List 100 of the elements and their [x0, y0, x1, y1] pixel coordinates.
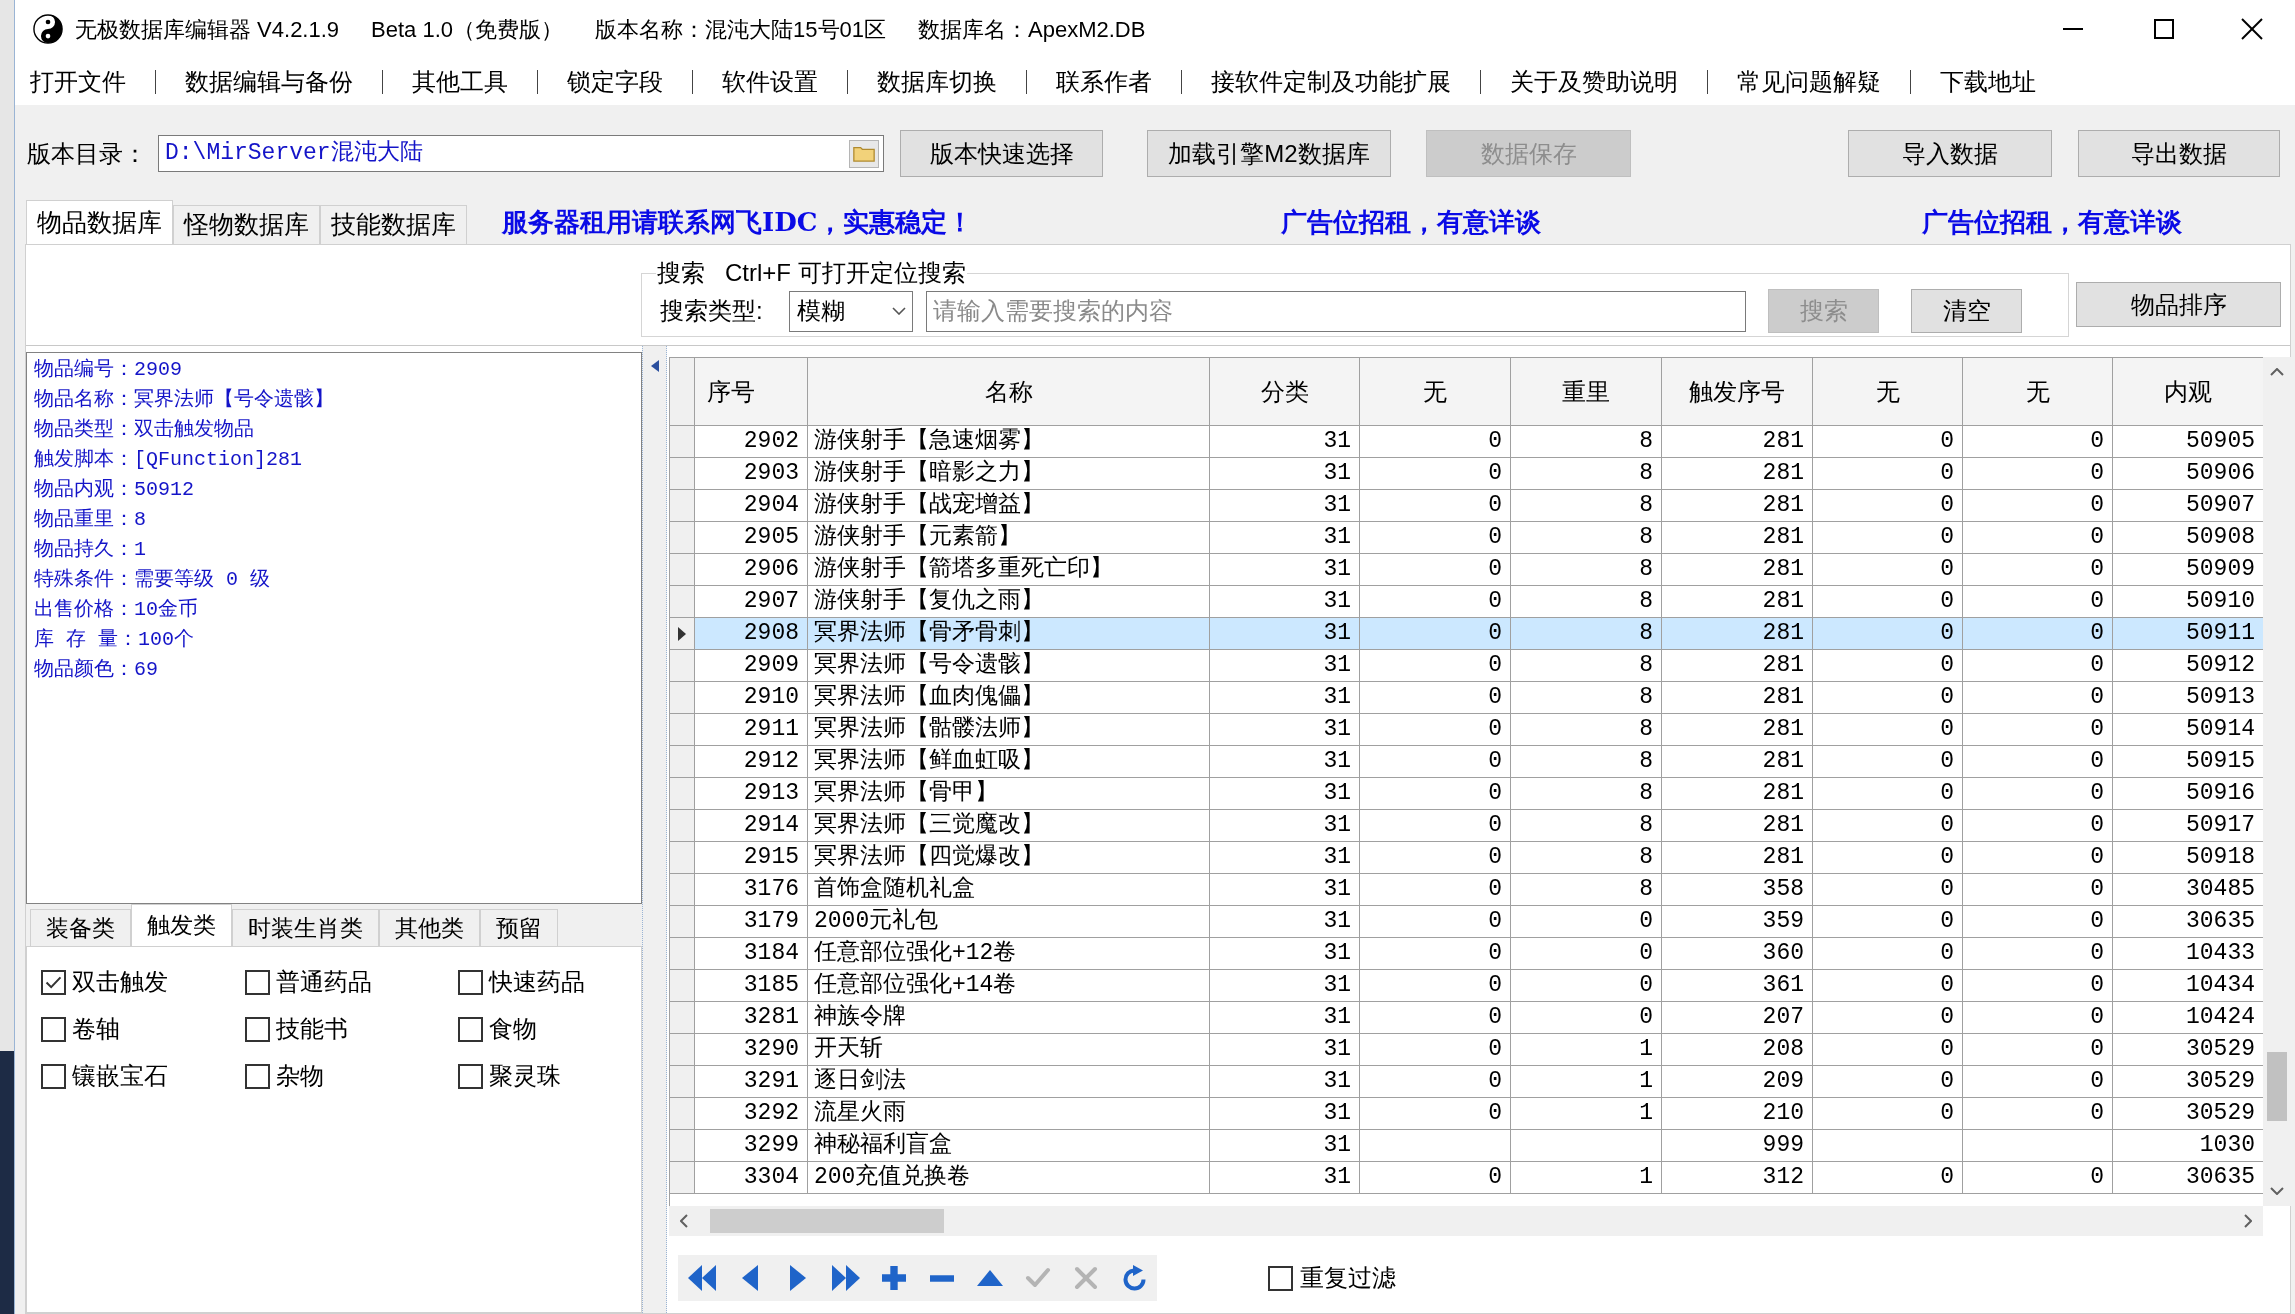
row-indicator-cell[interactable]	[670, 458, 695, 490]
load-database-button[interactable]: 加载引擎M2数据库	[1147, 130, 1391, 177]
tab[interactable]: 怪物数据库	[173, 205, 320, 244]
table-row[interactable]: 3304 200充值兑换卷 31 0 1 312 0 0 30635	[670, 1162, 2263, 1194]
row-indicator-cell[interactable]	[670, 426, 695, 458]
row-indicator-cell[interactable]	[670, 746, 695, 778]
quick-select-button[interactable]: 版本快速选择	[900, 130, 1103, 177]
checkbox[interactable]	[245, 1063, 270, 1089]
row-indicator-cell[interactable]	[670, 938, 695, 970]
vertical-scrollbar[interactable]	[2263, 357, 2291, 1206]
tab[interactable]: 物品数据库	[26, 200, 173, 244]
tab[interactable]: 技能数据库	[320, 205, 467, 244]
table-row[interactable]: 2906 游侠射手【箭塔多重死亡印】 31 0 8 281 0 0 50909	[670, 554, 2263, 586]
menu-item[interactable]: 下载地址	[1940, 63, 2036, 100]
table-row[interactable]: 2912 冥界法师【鲜血虹吸】 31 0 8 281 0 0 50915	[670, 746, 2263, 778]
search-type-select[interactable]: 模糊	[789, 290, 913, 332]
table-row[interactable]: 3185 任意部位强化+14卷 31 0 0 361 0 0 10434	[670, 970, 2263, 1002]
menu-item[interactable]: 数据编辑与备份	[185, 63, 353, 100]
tab[interactable]: 装备类	[30, 909, 131, 946]
browse-button[interactable]	[849, 139, 879, 168]
checkbox[interactable]	[458, 969, 483, 995]
checkbox[interactable]	[41, 1063, 66, 1089]
minus-icon[interactable]	[930, 1274, 954, 1282]
table-row[interactable]: 2902 游侠射手【急速烟雾】 31 0 8 281 0 0 50905	[670, 426, 2263, 458]
table-row[interactable]: 2909 冥界法师【号令遗骸】 31 0 8 281 0 0 50912	[670, 650, 2263, 682]
checkbox[interactable]	[245, 969, 270, 995]
table-row[interactable]: 2915 冥界法师【四觉爆改】 31 0 8 281 0 0 50918	[670, 842, 2263, 874]
menu-item[interactable]: 接软件定制及功能扩展	[1211, 63, 1451, 100]
scrollbar-thumb[interactable]	[2267, 1052, 2287, 1121]
table-row[interactable]: 3176 首饰盒随机礼盒 31 0 8 358 0 0 30485	[670, 874, 2263, 906]
checkbox[interactable]	[458, 1016, 483, 1042]
import-button[interactable]: 导入数据	[1848, 130, 2052, 177]
plus-icon[interactable]	[882, 1266, 906, 1290]
checkbox[interactable]	[458, 1063, 483, 1089]
row-indicator-cell[interactable]	[670, 682, 695, 714]
chevron-up-icon[interactable]	[2270, 368, 2284, 376]
row-indicator-cell[interactable]	[670, 1130, 695, 1162]
row-indicator-cell[interactable]	[670, 650, 695, 682]
row-indicator-cell[interactable]	[670, 1066, 695, 1098]
row-indicator-cell[interactable]	[670, 586, 695, 618]
menu-item[interactable]: 软件设置	[722, 63, 818, 100]
double-left-arrow-icon[interactable]	[688, 1265, 716, 1291]
double-right-arrow-icon[interactable]	[832, 1265, 860, 1291]
path-field[interactable]: D:\MirServer混沌大陆	[158, 135, 884, 172]
row-indicator-cell[interactable]	[670, 490, 695, 522]
up-triangle-icon[interactable]	[977, 1270, 1003, 1286]
menu-item[interactable]: 其他工具	[412, 63, 508, 100]
table-row[interactable]: 3281 神族令牌 31 0 0 207 0 0 10424	[670, 1002, 2263, 1034]
table-row[interactable]: 3179 2000元礼包 31 0 0 359 0 0 30635	[670, 906, 2263, 938]
menu-item[interactable]: 常见问题解疑	[1737, 63, 1881, 100]
row-indicator-cell[interactable]	[670, 1034, 695, 1066]
row-indicator-cell[interactable]	[670, 714, 695, 746]
tab[interactable]: 时装生肖类	[232, 909, 379, 946]
table-row[interactable]: 2913 冥界法师【骨甲】 31 0 8 281 0 0 50916	[670, 778, 2263, 810]
row-indicator-cell[interactable]	[670, 1162, 695, 1194]
chevron-down-icon[interactable]	[2270, 1187, 2284, 1195]
checkbox[interactable]	[1268, 1265, 1293, 1291]
table-row[interactable]: 3184 任意部位强化+12卷 31 0 0 360 0 0 10433	[670, 938, 2263, 970]
row-indicator-cell[interactable]	[670, 810, 695, 842]
tab[interactable]: 触发类	[131, 904, 232, 946]
row-indicator-cell[interactable]	[670, 874, 695, 906]
checkbox[interactable]	[41, 969, 66, 995]
left-arrow-icon[interactable]	[742, 1265, 758, 1291]
row-indicator-cell[interactable]	[670, 522, 695, 554]
table-row[interactable]: 2911 冥界法师【骷髅法师】 31 0 8 281 0 0 50914	[670, 714, 2263, 746]
row-indicator-cell[interactable]	[670, 842, 695, 874]
menu-item[interactable]: 数据库切换	[877, 63, 997, 100]
row-indicator-cell[interactable]	[670, 1098, 695, 1130]
table-row[interactable]: 3290 开天斩 31 0 1 208 0 0 30529	[670, 1034, 2263, 1066]
search-field[interactable]: 请输入需要搜索的内容	[926, 290, 1746, 332]
tab[interactable]: 其他类	[379, 909, 480, 946]
row-indicator-cell[interactable]	[670, 778, 695, 810]
scrollbar-thumb[interactable]	[710, 1209, 944, 1233]
menu-item[interactable]: 打开文件	[30, 63, 126, 100]
right-arrow-icon[interactable]	[790, 1265, 806, 1291]
horizontal-scrollbar[interactable]	[669, 1206, 2263, 1236]
minimize-icon[interactable]	[2062, 28, 2083, 30]
table-row[interactable]: 2904 游侠射手【战宠增益】 31 0 8 281 0 0 50907	[670, 490, 2263, 522]
menu-item[interactable]: 关于及赞助说明	[1510, 63, 1678, 100]
row-indicator-cell[interactable]	[670, 1002, 695, 1034]
table-row[interactable]: 3292 流星火雨 31 0 1 210 0 0 30529	[670, 1098, 2263, 1130]
chevron-right-icon[interactable]	[2244, 1214, 2252, 1228]
left-triangle-icon[interactable]	[650, 360, 659, 372]
table-row[interactable]: 2905 游侠射手【元素箭】 31 0 8 281 0 0 50908	[670, 522, 2263, 554]
tab[interactable]: 预留	[480, 909, 558, 946]
refresh-icon[interactable]	[1121, 1265, 1147, 1291]
sort-button[interactable]: 物品排序	[2076, 282, 2281, 327]
clear-button[interactable]: 清空	[1911, 289, 2022, 333]
table-row[interactable]: 2914 冥界法师【三觉魔改】 31 0 8 281 0 0 50917	[670, 810, 2263, 842]
maximize-icon[interactable]	[2153, 19, 2174, 39]
table-row[interactable]: 3291 逐日剑法 31 0 1 209 0 0 30529	[670, 1066, 2263, 1098]
menu-item[interactable]: 联系作者	[1056, 63, 1152, 100]
row-indicator-cell[interactable]	[670, 554, 695, 586]
chevron-left-icon[interactable]	[680, 1214, 688, 1228]
row-indicator-cell[interactable]	[670, 970, 695, 1002]
close-icon[interactable]	[2241, 18, 2263, 40]
table-row[interactable]: 3299 神秘福利盲盒 31 999 1030	[670, 1130, 2263, 1162]
checkbox[interactable]	[41, 1016, 66, 1042]
checkbox[interactable]	[245, 1016, 270, 1042]
export-button[interactable]: 导出数据	[2078, 130, 2280, 177]
